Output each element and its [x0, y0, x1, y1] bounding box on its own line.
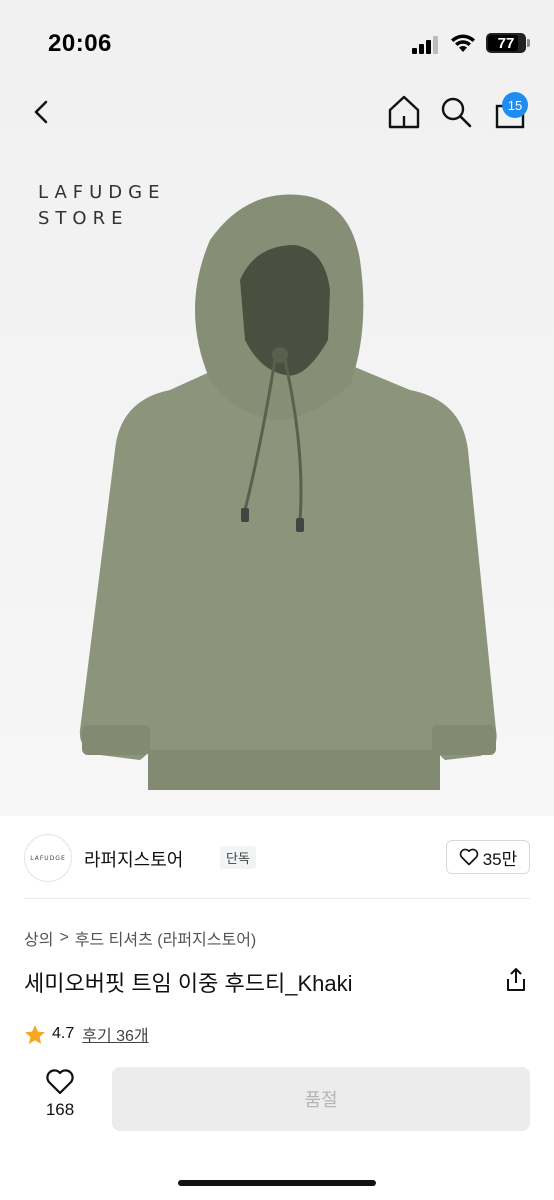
brand-avatar[interactable]: LAFUDGE [24, 834, 72, 882]
share-icon[interactable] [502, 966, 530, 994]
soldout-button[interactable]: 품절 [112, 1067, 530, 1131]
wish-count: 168 [45, 1100, 75, 1119]
home-indicator[interactable] [178, 1180, 376, 1186]
battery-level: 77 [497, 34, 515, 52]
hoodie-illustration [79, 194, 497, 790]
brand-avatar-text: LAFUDGE [30, 854, 66, 862]
back-icon[interactable] [26, 94, 60, 130]
wish-button[interactable]: 168 [34, 1068, 86, 1130]
breadcrumb-subcategory[interactable]: 후드 티셔츠 (라퍼지스토어) [75, 926, 256, 950]
status-bar: 20:06 77 [0, 0, 554, 80]
status-time: 20:06 [48, 30, 112, 57]
battery-tip [527, 39, 530, 47]
cellular-signal-icon [412, 34, 442, 54]
search-icon[interactable] [438, 94, 474, 130]
exclusive-badge: 단독 [220, 846, 256, 869]
heart-outline-icon [46, 1069, 74, 1095]
battery-icon: 77 [486, 33, 526, 53]
star-icon [25, 1024, 45, 1044]
cart-count-badge: 15 [502, 92, 528, 118]
breadcrumb-separator: > [59, 929, 69, 946]
brand-like-count: 35만 [482, 849, 518, 869]
wifi-icon [451, 34, 475, 52]
home-icon[interactable] [386, 94, 422, 130]
brand-like-button[interactable]: 35만 [446, 840, 530, 874]
product-title: 세미오버핏 트임 이중 후드티_Khaki [24, 971, 353, 996]
heart-outline-icon [459, 848, 478, 866]
product-image: 15 LAFUDGE STORE [0, 80, 554, 816]
brand-row[interactable]: LAFUDGE 라퍼지스토어 단독 35만 [24, 832, 530, 884]
breadcrumb-category[interactable]: 상의 [24, 926, 53, 950]
divider [24, 898, 530, 899]
rating-row: 4.7 후기 36개 [24, 1022, 149, 1046]
breadcrumb: 상의 > 후드 티셔츠 (라퍼지스토어) [24, 926, 256, 950]
review-link[interactable]: 후기 36개 [82, 1022, 148, 1046]
brand-name[interactable]: 라퍼지스토어 [84, 846, 183, 872]
bottom-bar: 168 품절 [0, 1060, 554, 1160]
rating-value: 4.7 [52, 1025, 75, 1042]
